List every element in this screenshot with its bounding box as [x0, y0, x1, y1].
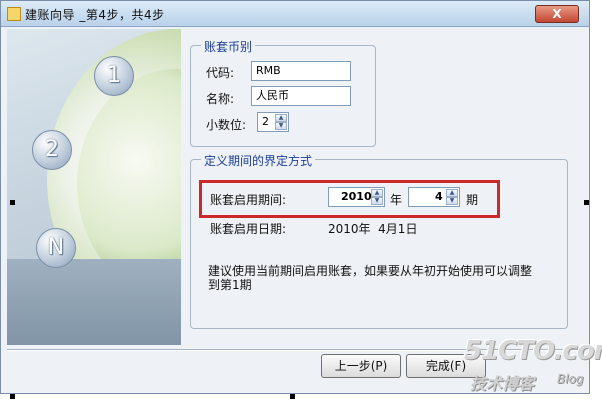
period-spin-buttons[interactable]: ▲ ▼ [446, 189, 458, 205]
decimals-spinner[interactable]: 2 ▲ ▼ [257, 112, 289, 132]
step-circle-n: N [36, 228, 76, 268]
year-spin-buttons[interactable]: ▲ ▼ [371, 189, 383, 205]
resize-handle [584, 200, 589, 205]
spin-down-icon[interactable]: ▼ [275, 122, 287, 130]
decimals-value: 2 [262, 115, 269, 128]
app-icon [7, 7, 21, 21]
period-spinner[interactable]: 4 ▲ ▼ [408, 187, 460, 207]
period-value: 4 [435, 190, 443, 203]
start-date-label: 账套启用日期: [210, 222, 287, 236]
spin-up-icon[interactable]: ▲ [275, 114, 287, 122]
title-bar[interactable]: 建账向导 _第4步，共4步 X [1, 1, 589, 27]
start-date-value: 2010年 4月1日 [328, 222, 418, 236]
resize-handle [290, 394, 295, 399]
spin-down-icon[interactable]: ▼ [446, 197, 458, 205]
watermark-site: 51CTO.com [464, 336, 602, 366]
watermark-blog: Blog [557, 372, 584, 386]
decimals-label: 小数位: [206, 118, 247, 132]
step-circle-1: 1 [94, 56, 134, 96]
hint-text: 建议使用当前期间启用账套，如果要从年初开始使用可以调整到第1期 [208, 264, 533, 292]
window-title: 建账向导 _第4步，共4步 [25, 8, 165, 22]
year-value: 2010 [341, 190, 372, 203]
prev-button[interactable]: 上一步(P) [321, 354, 401, 378]
spin-down-icon[interactable]: ▼ [371, 197, 383, 205]
resize-handle [10, 200, 15, 205]
spin-up-icon[interactable]: ▲ [446, 189, 458, 197]
currency-name-input[interactable]: 人民币 [251, 86, 351, 106]
wizard-illustration: 1 2 N [7, 29, 181, 345]
resize-handle [10, 394, 15, 399]
currency-group-title: 账套币别 [201, 38, 256, 55]
watermark-tagline: 技术博客 [470, 374, 535, 393]
currency-name-label: 名称: [206, 92, 235, 106]
spin-up-icon[interactable]: ▲ [371, 189, 383, 197]
currency-code-input[interactable]: RMB [251, 61, 351, 81]
decimals-spin-buttons[interactable]: ▲ ▼ [275, 114, 287, 130]
ground-graphic [7, 259, 181, 345]
close-button[interactable]: X [535, 5, 579, 23]
period-group-title: 定义期间的界定方式 [201, 152, 316, 169]
step-circle-2: 2 [32, 130, 72, 170]
wizard-window: 建账向导 _第4步，共4步 X 1 2 N 账套币别 代码: RMB 名称: 人… [0, 0, 590, 394]
period-unit: 期 [466, 193, 479, 207]
currency-code-label: 代码: [206, 66, 235, 80]
start-period-label: 账套启用期间: [210, 193, 287, 207]
year-unit: 年 [390, 193, 403, 207]
year-spinner[interactable]: 2010 ▲ ▼ [328, 187, 385, 207]
